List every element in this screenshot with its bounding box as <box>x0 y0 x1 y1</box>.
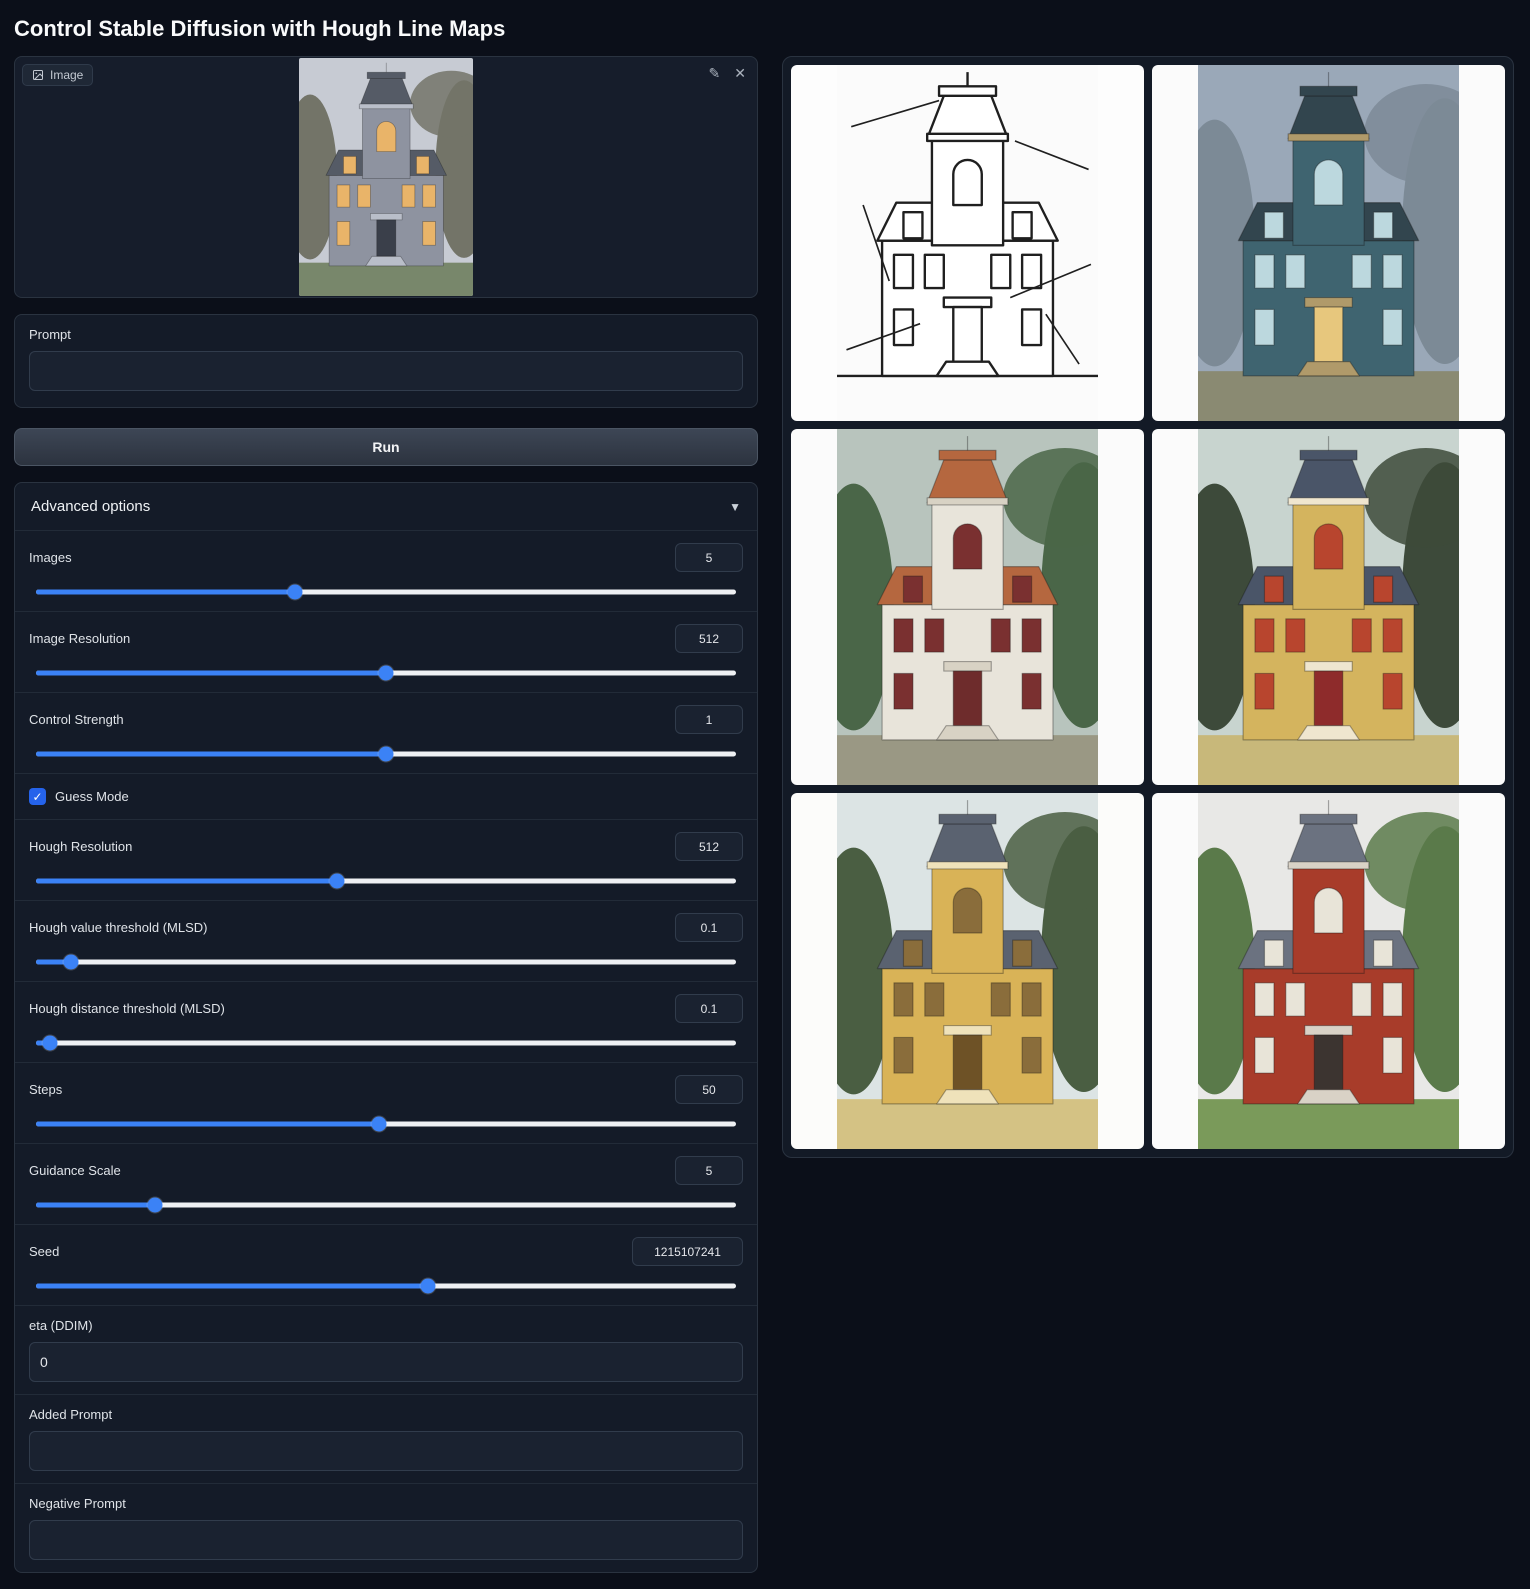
advanced-textfields: eta (DDIM) Added Prompt Negative Prompt <box>15 1305 757 1572</box>
prompt-panel: Prompt <box>14 314 758 408</box>
slider-handle-steps[interactable] <box>372 1116 387 1131</box>
slider-handle-hough-resolution[interactable] <box>330 873 345 888</box>
slider-hough-resolution[interactable] <box>36 873 736 888</box>
result-teal-house-image <box>1198 65 1459 421</box>
result-gold-house-image <box>837 793 1098 1149</box>
output-gallery <box>782 56 1514 1158</box>
left-column: Image ✎ ✕ Prompt Run Advanced options ▼ … <box>14 56 758 1589</box>
advanced-options-title: Advanced options <box>31 498 150 515</box>
result-tan-house-image <box>1198 429 1459 785</box>
label-control-strength: Control Strength <box>29 712 124 727</box>
gallery-item-result-tan-house[interactable] <box>1152 429 1505 785</box>
value-input-guidance-scale[interactable] <box>675 1156 743 1185</box>
clear-image-button[interactable]: ✕ <box>731 63 749 83</box>
input-image <box>299 58 474 296</box>
right-column <box>782 56 1514 1158</box>
gallery-item-result-teal-house[interactable] <box>1152 65 1505 421</box>
hough-line-map-image <box>837 65 1098 421</box>
control-guess-mode: ✓ Guess Mode <box>15 773 757 819</box>
input-negative-prompt[interactable] <box>29 1520 743 1560</box>
field-negative-prompt: Negative Prompt <box>15 1483 757 1572</box>
label-hough-resolution: Hough Resolution <box>29 839 132 854</box>
label-hough-distance-threshold-mlsd: Hough distance threshold (MLSD) <box>29 1001 225 1016</box>
label-guidance-scale: Guidance Scale <box>29 1163 121 1178</box>
chevron-down-icon: ▼ <box>729 500 741 514</box>
control-control-strength: Control Strength <box>15 692 757 773</box>
control-hough-value-threshold-mlsd: Hough value threshold (MLSD) <box>15 900 757 981</box>
edit-image-button[interactable]: ✎ <box>706 63 724 83</box>
gallery-item-result-red-house[interactable] <box>1152 793 1505 1149</box>
value-input-hough-distance-threshold-mlsd[interactable] <box>675 994 743 1023</box>
slider-guidance-scale[interactable] <box>36 1197 736 1212</box>
value-input-hough-value-threshold-mlsd[interactable] <box>675 913 743 942</box>
image-actions: ✎ ✕ <box>706 63 749 83</box>
edit-icon: ✎ <box>709 65 721 81</box>
input-added-prompt[interactable] <box>29 1431 743 1471</box>
label-seed: Seed <box>29 1244 59 1259</box>
advanced-options-header[interactable]: Advanced options ▼ <box>15 483 757 530</box>
result-white-house-image <box>837 429 1098 785</box>
run-button[interactable]: Run <box>14 428 758 466</box>
label-eta-ddim: eta (DDIM) <box>29 1318 743 1333</box>
slider-handle-hough-distance-threshold-mlsd[interactable] <box>43 1035 58 1050</box>
gallery-grid <box>791 65 1505 1149</box>
label-guess-mode: Guess Mode <box>55 789 129 804</box>
control-seed: Seed <box>15 1224 757 1305</box>
result-red-house-image <box>1198 793 1459 1149</box>
slider-hough-value-threshold-mlsd[interactable] <box>36 954 736 969</box>
field-added-prompt: Added Prompt <box>15 1394 757 1483</box>
value-input-control-strength[interactable] <box>675 705 743 734</box>
value-input-seed[interactable] <box>632 1237 743 1266</box>
prompt-label: Prompt <box>29 327 743 342</box>
control-hough-distance-threshold-mlsd: Hough distance threshold (MLSD) <box>15 981 757 1062</box>
gallery-item-result-gold-house[interactable] <box>791 793 1144 1149</box>
checkbox-guess-mode[interactable]: ✓ <box>29 788 46 805</box>
slider-handle-guidance-scale[interactable] <box>148 1197 163 1212</box>
control-image-resolution: Image Resolution <box>15 611 757 692</box>
advanced-options-panel: Advanced options ▼ Images Image Resolutio… <box>14 482 758 1573</box>
control-hough-resolution: Hough Resolution <box>15 819 757 900</box>
slider-seed[interactable] <box>36 1278 736 1293</box>
label-negative-prompt: Negative Prompt <box>29 1496 743 1511</box>
slider-hough-distance-threshold-mlsd[interactable] <box>36 1035 736 1050</box>
label-hough-value-threshold-mlsd: Hough value threshold (MLSD) <box>29 920 207 935</box>
slider-steps[interactable] <box>36 1116 736 1131</box>
app-root: Image ✎ ✕ Prompt Run Advanced options ▼ … <box>0 56 1530 1589</box>
advanced-controls: Images Image Resolution Control Strength ✓ G… <box>15 530 757 1305</box>
value-input-images[interactable] <box>675 543 743 572</box>
field-eta-ddim: eta (DDIM) <box>15 1305 757 1394</box>
gallery-item-hough-line-map[interactable] <box>791 65 1144 421</box>
slider-handle-hough-value-threshold-mlsd[interactable] <box>64 954 79 969</box>
slider-control-strength[interactable] <box>36 746 736 761</box>
image-icon <box>32 69 44 81</box>
image-label-badge: Image <box>22 64 93 86</box>
value-input-hough-resolution[interactable] <box>675 832 743 861</box>
slider-handle-image-resolution[interactable] <box>379 665 394 680</box>
label-images: Images <box>29 550 72 565</box>
image-upload-panel[interactable]: Image ✎ ✕ <box>14 56 758 298</box>
control-images: Images <box>15 530 757 611</box>
slider-handle-control-strength[interactable] <box>379 746 394 761</box>
close-icon: ✕ <box>734 65 746 81</box>
prompt-input[interactable] <box>29 351 743 391</box>
value-input-steps[interactable] <box>675 1075 743 1104</box>
image-label: Image <box>50 68 83 82</box>
control-guidance-scale: Guidance Scale <box>15 1143 757 1224</box>
slider-image-resolution[interactable] <box>36 665 736 680</box>
slider-handle-seed[interactable] <box>421 1278 436 1293</box>
control-steps: Steps <box>15 1062 757 1143</box>
label-added-prompt: Added Prompt <box>29 1407 743 1422</box>
value-input-image-resolution[interactable] <box>675 624 743 653</box>
gallery-item-result-white-house[interactable] <box>791 429 1144 785</box>
slider-handle-images[interactable] <box>288 584 303 599</box>
label-image-resolution: Image Resolution <box>29 631 130 646</box>
input-eta-ddim[interactable] <box>29 1342 743 1382</box>
slider-images[interactable] <box>36 584 736 599</box>
page-title: Control Stable Diffusion with Hough Line… <box>0 0 1530 56</box>
label-steps: Steps <box>29 1082 62 1097</box>
